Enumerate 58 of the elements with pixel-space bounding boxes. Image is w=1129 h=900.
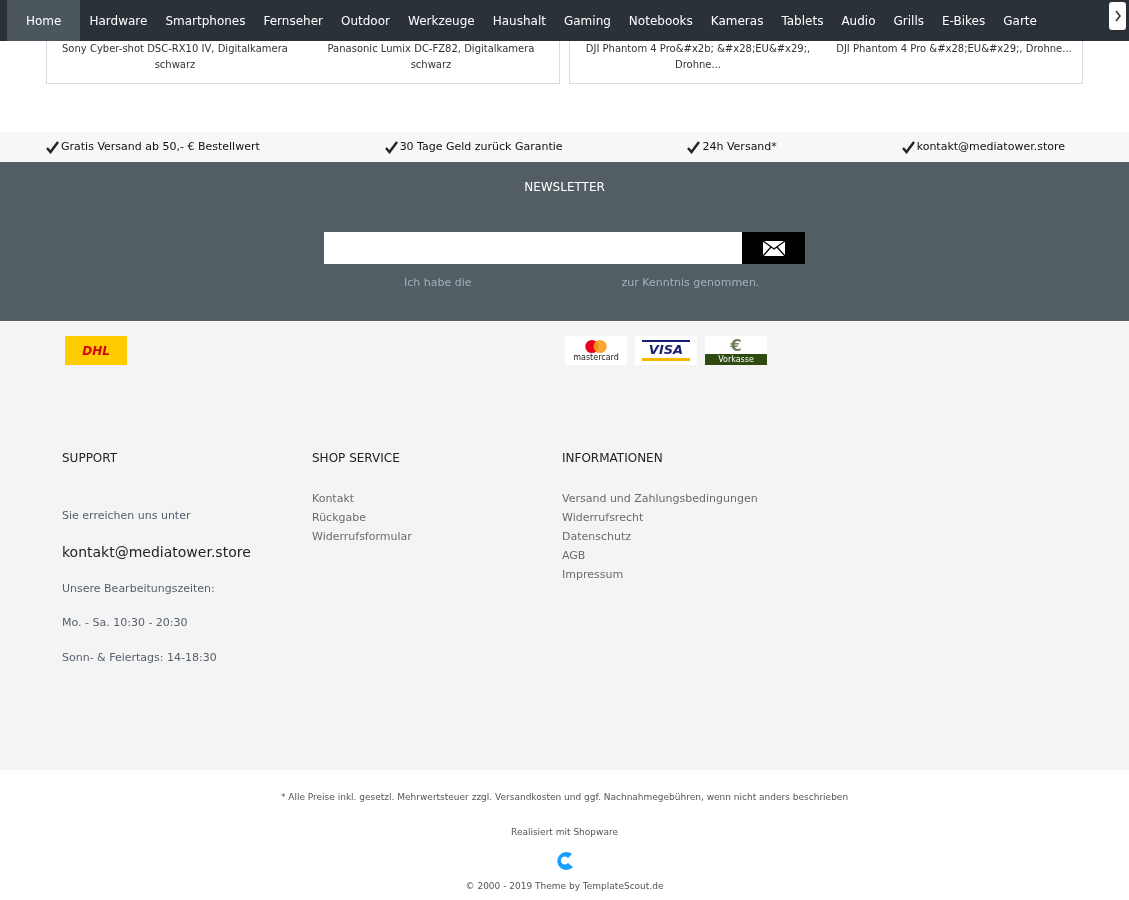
checkmark-icon [384,140,398,154]
footer-link[interactable]: AGB [562,548,812,563]
footer-link[interactable]: Widerrufsrecht [562,510,812,525]
footer-link[interactable]: Impressum [562,567,812,582]
prepayment-logo: € Vorkasse [705,336,767,365]
consent-text: Ich habe die [404,275,472,291]
support-hours-text: Sonn- & Feiertags: 14-18:30 [62,649,218,666]
usp-text: 24h Versand* [702,138,777,155]
newsletter-title: NEWSLETTER [524,179,605,196]
tax-note: * Alle Preise inkl. gesetzl. Mehrwertsteuer zzgl. Versandkosten und ggf. Nachnahmegebühren, wenn nicht anders beschrieben [280,791,849,804]
nav-link[interactable]: E-Bikes [933,0,995,41]
support-hours-text: Unsere Bearbeitungszeiten: [62,580,216,597]
nav-link[interactable]: Tablets [772,0,833,41]
nav-link[interactable]: Kameras [701,0,773,41]
footer-link[interactable]: Rückgabe [312,510,562,525]
nav-link[interactable]: Garte [994,0,1046,41]
copyright-text: © 2000 - 2019 Theme by TemplateScout.de [465,880,664,893]
product-title[interactable]: DJI Phantom 4 Pro &#x28;EU&#x29;, Drohne... [829,41,1079,83]
usp-text: 30 Tage Geld zurück Garantie [399,138,563,155]
usp-text: kontakt@mediatower.store [916,138,1065,155]
nav-link[interactable]: Haushalt [483,0,555,41]
checkmark-icon [901,140,915,154]
scroll-right-button[interactable] [1109,2,1126,30]
nav-link[interactable]: Hardware [80,0,157,41]
visa-logo: VISA [635,336,697,365]
nav-link[interactable]: Gaming [554,0,620,41]
chevron-right-icon [1113,10,1122,22]
footer-link[interactable]: Kontakt [312,491,562,506]
product-title[interactable]: Panasonic Lumix DC-FZ82, Digitalkamera schwarz [306,41,556,83]
product-title[interactable]: Sony Cyber-shot DSC-RX10 IV, Digitalkamera schwarz [50,41,300,83]
checkmark-icon [687,140,701,154]
nav-link[interactable]: Home [7,0,81,41]
column-heading: SHOP SERVICE [312,450,401,467]
support-intro: Sie erreichen uns unter [62,508,192,524]
usp-text: Gratis Versand ab 50,- € Bestellwert [61,138,260,155]
email-input-field[interactable] [324,232,742,264]
footer-link[interactable]: Versand und Zahlungsbedingungen [562,491,812,506]
nav-link[interactable]: Outdoor [332,0,399,41]
dhl-logo: DHL [65,336,127,365]
mastercard-logo: mastercard [565,336,627,365]
column-heading: SUPPORT [62,450,119,467]
support-email: kontakt@mediatower.store [62,542,252,562]
nav-link[interactable]: Audio [832,0,885,41]
nav-link[interactable]: Smartphones [156,0,255,41]
powered-by-text: Realisiert mit Shopware [511,825,618,839]
subscribe-button[interactable] [742,232,805,264]
product-title[interactable]: DJI Phantom 4 Pro&#x2b; &#x28;EU&#x29;, Drohne... [573,41,823,83]
nav-link[interactable]: Notebooks [619,0,702,41]
checkmark-icon [46,140,59,154]
footer-link[interactable]: Datenschutz [562,529,812,544]
support-hours-text: Mo. - Sa. 10:30 - 20:30 [62,615,189,631]
nav-link[interactable]: Werkzeuge [399,0,484,41]
column-heading: INFORMATIONEN [562,450,664,467]
nav-link[interactable]: Grills [884,0,933,41]
envelope-icon [762,240,785,256]
consent-text: zur Kenntnis genommen. [621,275,760,291]
footer-link[interactable]: Widerrufsformular [312,529,562,544]
nav-link[interactable]: Fernseher [254,0,332,41]
